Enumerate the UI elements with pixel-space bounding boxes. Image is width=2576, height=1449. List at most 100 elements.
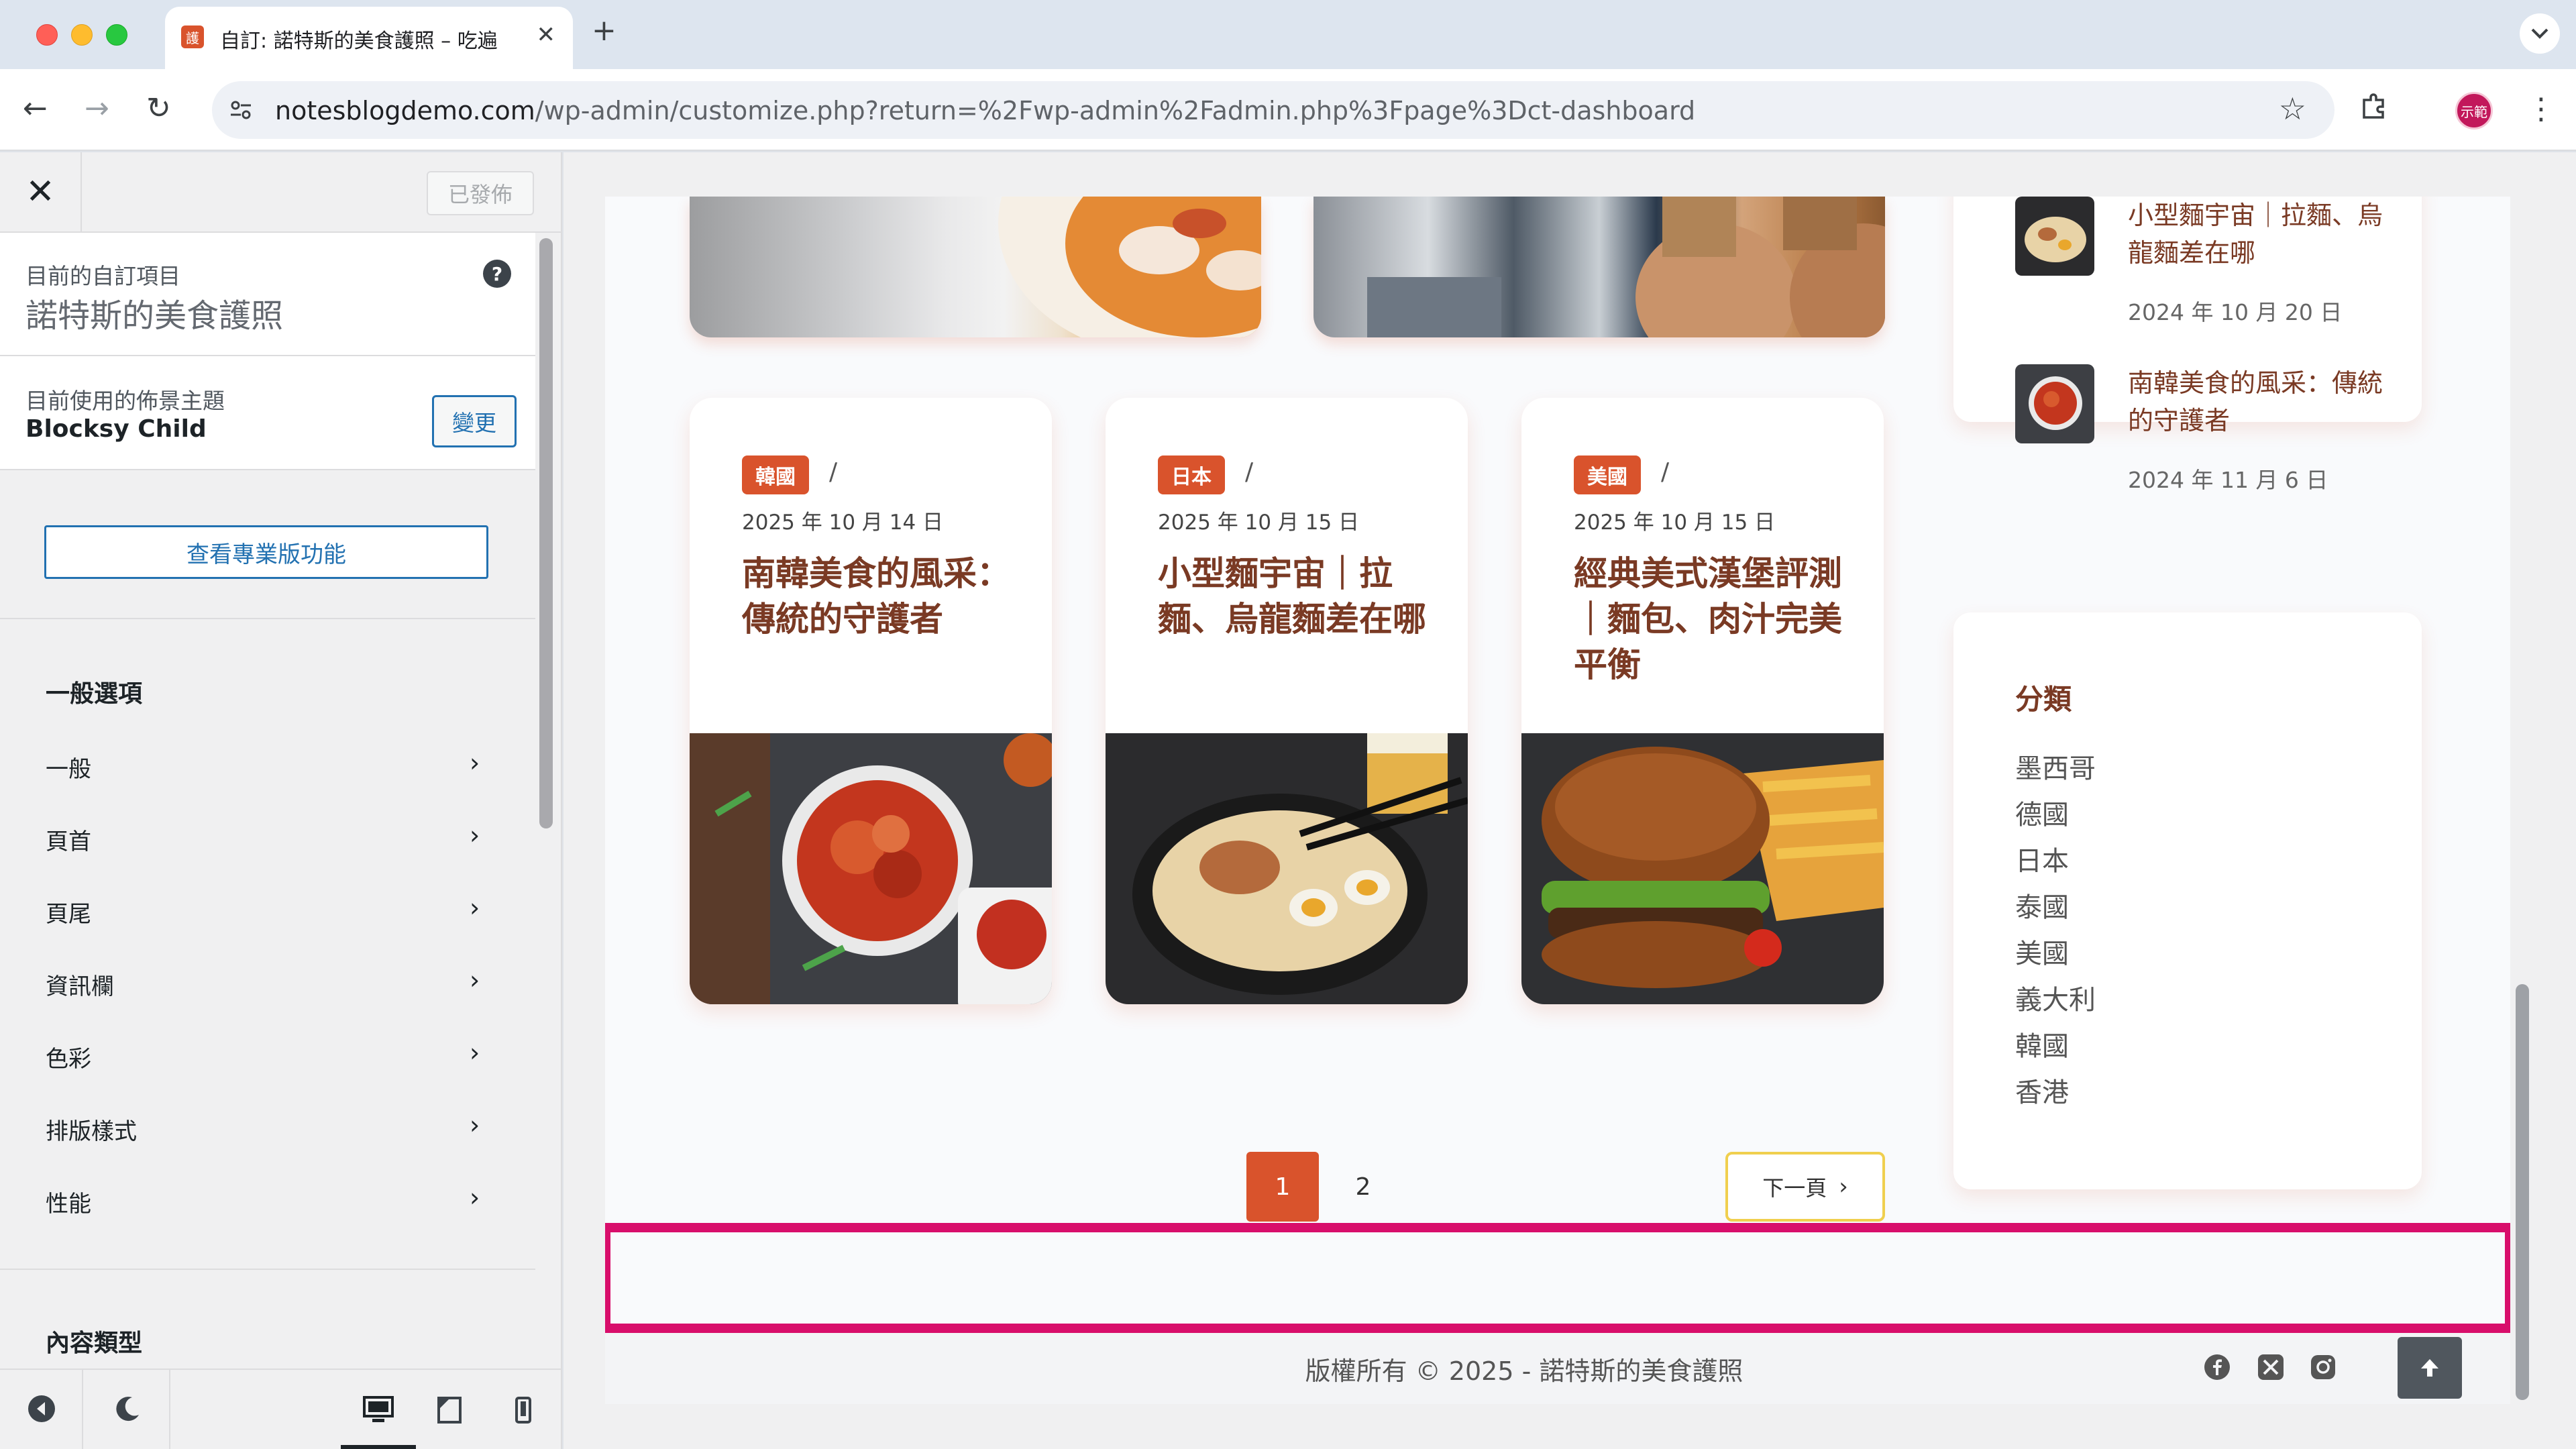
sidebar-item-label: 一般 — [46, 756, 91, 783]
post-card[interactable]: 韓國 / 2025 年 10 月 14 日 南韓美食的風采：傳統的守護者 — [690, 398, 1052, 1004]
customizer-close-icon[interactable]: ✕ — [0, 152, 82, 231]
tablet-preview-icon[interactable] — [429, 1390, 470, 1430]
category-badge[interactable]: 日本 — [1158, 455, 1225, 494]
extensions-puzzle-icon[interactable] — [2359, 92, 2388, 129]
reload-icon[interactable]: ↻ — [146, 92, 171, 125]
sidebar-scrollbar-thumb[interactable] — [539, 238, 553, 828]
footer-row-highlight-outline[interactable] — [605, 1223, 2510, 1333]
site-info-icon[interactable] — [225, 95, 256, 125]
address-bar[interactable]: notesblogdemo.com/wp-admin/customize.php… — [212, 81, 2334, 139]
post-image-korean-food[interactable] — [690, 733, 1052, 1004]
chevron-right-icon: › — [1839, 1173, 1848, 1200]
desktop-preview-icon[interactable] — [358, 1390, 398, 1430]
category-link[interactable]: 韓國 — [2015, 1024, 2069, 1063]
window-minimize-button[interactable] — [71, 24, 93, 46]
post-card[interactable]: 日本 / 2025 年 10 月 15 日 小型麵宇宙｜拉麵、烏龍麵差在哪 — [1106, 398, 1468, 1004]
help-icon[interactable]: ? — [483, 260, 511, 288]
sidebar-item-footer[interactable]: 頁尾 › — [0, 874, 535, 947]
site-footer: 版權所有 © 2025 - 諾特斯的美食護照 — [605, 1329, 2510, 1404]
chevron-right-icon: › — [470, 820, 480, 850]
post-thumbnail-soup[interactable] — [690, 197, 1261, 337]
next-page-label: 下一頁 — [1762, 1175, 1827, 1201]
sidebar-item-label: 色彩 — [46, 1046, 91, 1073]
post-title-link[interactable]: 南韓美食的風采：傳統的守護者 — [742, 551, 1010, 642]
back-to-top-button[interactable] — [2398, 1337, 2462, 1399]
new-tab-icon[interactable]: + — [592, 13, 616, 48]
sidebar-item-header[interactable]: 頁首 › — [0, 802, 535, 874]
recent-post-title[interactable]: 小型麵宇宙｜拉麵、烏龍麵差在哪 — [2128, 197, 2396, 272]
general-options-heading: 一般選項 — [46, 680, 143, 708]
site-preview: 韓國 / 2025 年 10 月 14 日 南韓美食的風采：傳統的守護者 日本 … — [564, 152, 2576, 1449]
window-close-button[interactable] — [36, 24, 58, 46]
chevron-right-icon: › — [470, 965, 480, 995]
post-image-burger[interactable] — [1521, 733, 1884, 1004]
chevron-right-icon: › — [470, 893, 480, 922]
post-title-link[interactable]: 經典美式漢堡評測｜麵包、肉汁完美平衡 — [1574, 551, 1842, 688]
recent-post-item[interactable]: 小型麵宇宙｜拉麵、烏龍麵差在哪 2024 年 10 月 20 日 — [2015, 197, 2391, 325]
customizer-sidebar: ✕ 已發佈 目前的自訂項目 諾特斯的美食護照 ? 目前使用的佈景主題 Block… — [0, 152, 562, 1449]
sidebar-item-sidebar[interactable]: 資訊欄 › — [0, 947, 535, 1019]
bookmark-star-icon[interactable]: ☆ — [2279, 91, 2306, 127]
sidebar-item-label: 頁尾 — [46, 901, 91, 928]
post-date: 2025 年 10 月 15 日 — [1158, 511, 1360, 535]
url-path: /wp-admin/customize.php?return=%2Fwp-adm… — [535, 96, 1696, 125]
instagram-icon[interactable] — [2309, 1353, 2337, 1381]
category-link[interactable]: 德國 — [2015, 793, 2069, 832]
url-host: notesblogdemo.com — [275, 96, 535, 125]
sidebar-divider — [0, 618, 535, 619]
post-date: 2025 年 10 月 14 日 — [742, 511, 944, 535]
sidebar-item-colors[interactable]: 色彩 › — [0, 1019, 535, 1091]
post-thumbnail-drinks[interactable] — [1313, 197, 1885, 337]
chevron-right-icon: › — [470, 1183, 480, 1212]
recent-post-thumbnail-ramen[interactable] — [2015, 197, 2094, 276]
tab-search-chevron-icon[interactable] — [2520, 13, 2560, 54]
pagination-page-2[interactable]: 2 — [1327, 1152, 1399, 1222]
active-device-indicator — [341, 1445, 416, 1449]
post-title-link[interactable]: 小型麵宇宙｜拉麵、烏龍麵差在哪 — [1158, 551, 1426, 642]
category-link[interactable]: 美國 — [2015, 932, 2069, 971]
recent-post-thumbnail-korean[interactable] — [2015, 364, 2094, 443]
back-arrow-icon[interactable]: ← — [23, 92, 48, 125]
url-text[interactable]: notesblogdemo.com/wp-admin/customize.php… — [275, 96, 1695, 125]
window-zoom-button[interactable] — [106, 24, 127, 46]
preview-scrollbar-thumb[interactable] — [2516, 984, 2529, 1400]
category-link[interactable]: 香港 — [2015, 1071, 2069, 1110]
post-image-ramen[interactable] — [1106, 733, 1468, 1004]
forward-arrow-icon[interactable]: → — [85, 92, 109, 125]
category-badge[interactable]: 美國 — [1574, 455, 1641, 494]
profile-avatar[interactable]: 示範 — [2455, 92, 2493, 129]
x-twitter-icon[interactable] — [2257, 1353, 2285, 1381]
recent-post-title[interactable]: 南韓美食的風采：傳統的守護者 — [2128, 364, 2396, 439]
sidebar-item-label: 頁首 — [46, 828, 91, 855]
active-theme-label: 目前使用的佈景主題 — [25, 388, 225, 414]
category-link[interactable]: 義大利 — [2015, 978, 2096, 1017]
sidebar-item-general[interactable]: 一般 › — [0, 729, 535, 802]
tab-close-icon[interactable]: ✕ — [537, 21, 556, 48]
dark-mode-moon-icon[interactable] — [109, 1390, 146, 1428]
site-preview-frame: 韓國 / 2025 年 10 月 14 日 南韓美食的風采：傳統的守護者 日本 … — [605, 197, 2510, 1404]
published-button[interactable]: 已發佈 — [427, 171, 534, 215]
recent-post-item[interactable]: 南韓美食的風采：傳統的守護者 2024 年 11 月 6 日 — [2015, 364, 2391, 493]
category-link[interactable]: 日本 — [2015, 839, 2069, 878]
facebook-icon[interactable] — [2203, 1353, 2231, 1381]
mobile-preview-icon[interactable] — [503, 1390, 543, 1430]
browser-menu-icon[interactable]: ⋮ — [2526, 92, 2556, 126]
chevron-right-icon: › — [470, 1038, 480, 1067]
collapse-sidebar-icon[interactable] — [23, 1390, 60, 1428]
next-page-button[interactable]: 下一頁 › — [1725, 1152, 1885, 1222]
view-pro-features-button[interactable]: 查看專業版功能 — [44, 525, 488, 579]
sidebar-item-typography[interactable]: 排版樣式 › — [0, 1091, 535, 1164]
chevron-right-icon: › — [470, 748, 480, 777]
content-types-heading: 內容類型 — [46, 1330, 143, 1357]
browser-tab-active[interactable]: 護 自訂: 諾特斯的美食護照 – 吃遍 ✕ — [165, 7, 573, 69]
category-link[interactable]: 泰國 — [2015, 885, 2069, 924]
category-badge[interactable]: 韓國 — [742, 455, 809, 494]
pagination-current-page[interactable]: 1 — [1246, 1152, 1319, 1222]
post-card[interactable]: 美國 / 2025 年 10 月 15 日 經典美式漢堡評測｜麵包、肉汁完美平衡 — [1521, 398, 1884, 1004]
copyright-text: 版權所有 © 2025 - 諾特斯的美食護照 — [1305, 1356, 1743, 1386]
sidebar-item-performance[interactable]: 性能 › — [0, 1164, 535, 1236]
tab-title: 自訂: 諾特斯的美食護照 – 吃遍 — [220, 30, 498, 53]
category-link[interactable]: 墨西哥 — [2015, 747, 2096, 786]
change-theme-button[interactable]: 變更 — [432, 395, 517, 447]
customizer-footer-bar — [0, 1368, 561, 1449]
